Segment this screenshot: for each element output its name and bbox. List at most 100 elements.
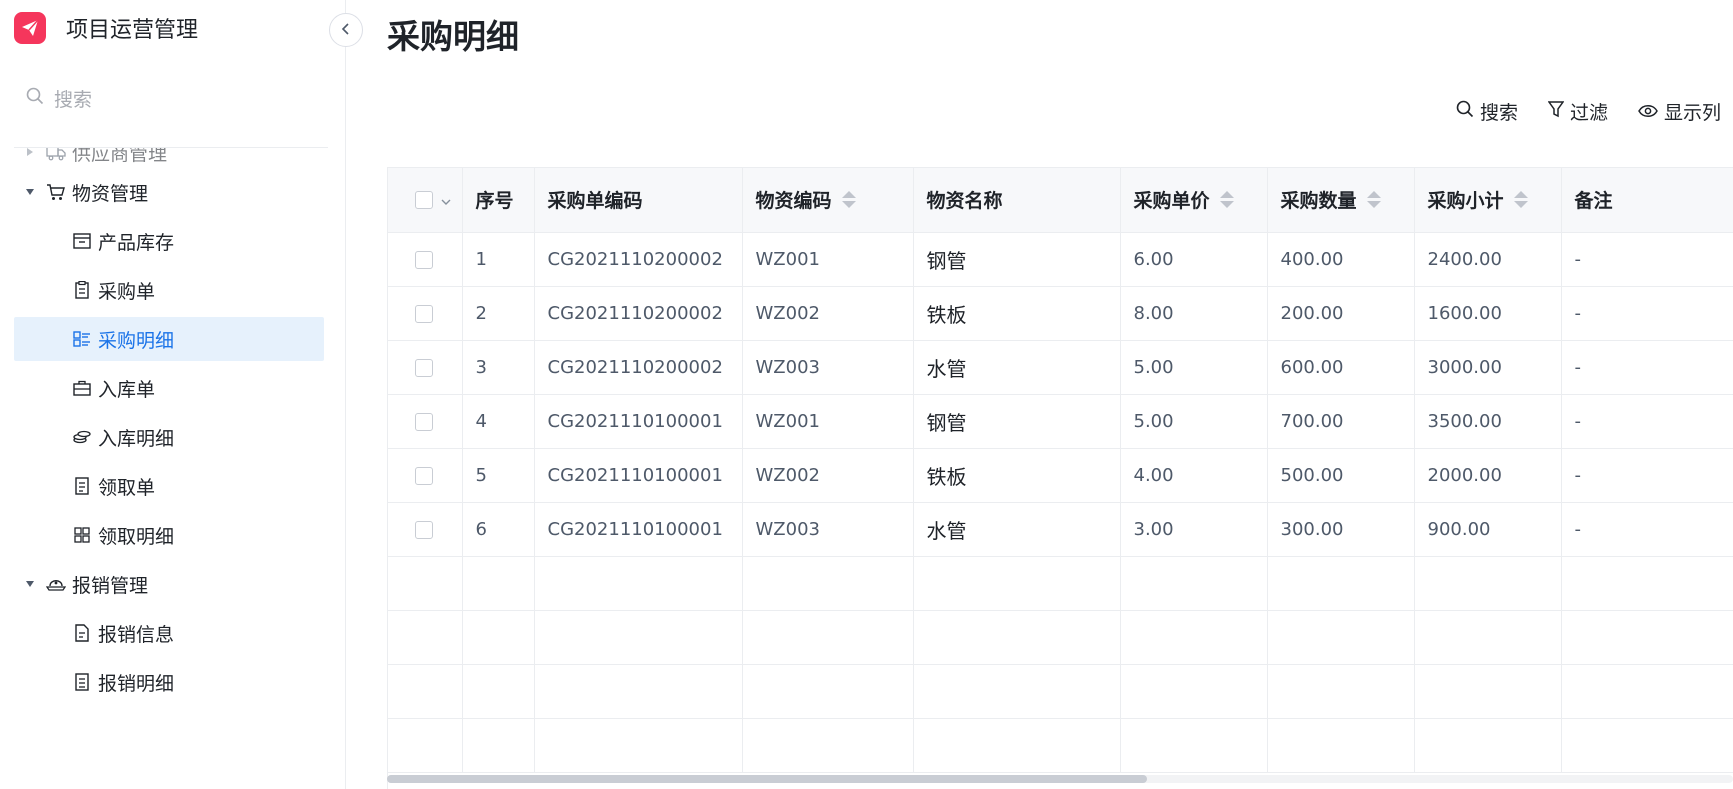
cell-index: 2 xyxy=(462,286,535,341)
row-checkbox[interactable] xyxy=(415,358,433,377)
search-icon xyxy=(26,87,44,109)
table-toolbar: 搜索 过滤 显示列 xyxy=(1456,98,1721,125)
cell-name: 铁板 xyxy=(913,448,1121,503)
menu-group-label: 物资管理 xyxy=(72,182,149,205)
cell-material-code: WZ003 xyxy=(742,502,914,557)
menu-item-receive-detail[interactable]: 领取明细 xyxy=(72,513,174,557)
data-table-container: 序号 采购单编码 物资编码 物资名称 采购单价 采购数量 采购小计 备注 1 CG… xyxy=(387,167,1733,789)
cell-price: 8.00 xyxy=(1120,286,1268,341)
coins-icon xyxy=(72,427,92,447)
menu-group-materials[interactable]: 物资管理 xyxy=(24,170,148,214)
empty-cell xyxy=(913,664,1121,719)
cell-name: 钢管 xyxy=(913,232,1121,287)
menu-group-label: 报销管理 xyxy=(72,574,149,597)
row-select-cell xyxy=(388,394,463,449)
table-row[interactable]: 3 CG2021110200002 WZ003 水管 5.00 600.00 3000.00… xyxy=(388,340,1733,395)
empty-cell xyxy=(1267,664,1415,719)
column-header-material-code[interactable]: 物资编码 xyxy=(742,168,914,233)
empty-cell xyxy=(742,664,914,719)
sidebar-search-placeholder: 搜索 xyxy=(54,88,93,111)
table-row[interactable]: 1 CG2021110200002 WZ001 钢管 6.00 400.00 2400.00… xyxy=(388,232,1733,287)
empty-cell xyxy=(1267,718,1415,773)
table-body: 1 CG2021110200002 WZ001 钢管 6.00 400.00 2400.00… xyxy=(388,232,1733,773)
menu-item-label: 领取明细 xyxy=(98,525,175,548)
select-all-header xyxy=(388,168,463,233)
sort-icon[interactable] xyxy=(1366,191,1381,209)
menu-item-reimbursement-detail[interactable]: 报销明细 xyxy=(72,660,174,704)
column-header-price[interactable]: 采购单价 xyxy=(1120,168,1268,233)
row-checkbox[interactable] xyxy=(415,520,433,539)
empty-cell xyxy=(1561,556,1733,611)
menu-item-purchase-detail[interactable]: 采购明细 xyxy=(14,317,324,361)
toolbar-filter-button[interactable]: 过滤 xyxy=(1547,98,1608,125)
cell-material-code: WZ003 xyxy=(742,340,914,395)
cell-price: 6.00 xyxy=(1120,232,1268,287)
file-list-icon xyxy=(72,672,92,692)
select-all-checkbox[interactable] xyxy=(415,190,433,209)
chevron-left-icon xyxy=(341,21,351,40)
horizontal-scrollbar-thumb[interactable] xyxy=(387,775,1147,783)
column-header-note[interactable]: 备注 xyxy=(1561,168,1733,233)
table-row[interactable]: 6 CG2021110100001 WZ003 水管 3.00 300.00 900.00- xyxy=(388,502,1733,557)
toolbar-columns-button[interactable]: 显示列 xyxy=(1638,98,1721,125)
horizontal-scrollbar[interactable] xyxy=(387,775,1733,783)
cell-qty: 300.00 xyxy=(1267,502,1415,557)
sort-icon[interactable] xyxy=(1219,191,1234,209)
sort-icon[interactable] xyxy=(841,191,856,209)
empty-cell xyxy=(913,556,1121,611)
table-row[interactable]: 5 CG2021110100001 WZ002 铁板 4.00 500.00 2000.00… xyxy=(388,448,1733,503)
menu-item-label: 采购单 xyxy=(98,280,156,303)
receipt-icon xyxy=(72,476,92,496)
empty-row xyxy=(388,610,1733,665)
cell-index: 5 xyxy=(462,448,535,503)
menu-item-receive-order[interactable]: 领取单 xyxy=(72,464,155,508)
cell-price: 5.00 xyxy=(1120,394,1268,449)
cell-note: - xyxy=(1561,286,1733,341)
menu-item-reimbursement-info[interactable]: 报销信息 xyxy=(72,611,174,655)
empty-cell xyxy=(462,610,535,665)
cell-qty: 200.00 xyxy=(1267,286,1415,341)
column-header-quantity[interactable]: 采购数量 xyxy=(1267,168,1415,233)
empty-cell xyxy=(1414,610,1562,665)
table-row[interactable]: 2 CG2021110200002 WZ002 铁板 8.00 200.00 1600.00… xyxy=(388,286,1733,341)
app-title: 项目运营管理 xyxy=(66,18,199,43)
menu-item-label: 入库明细 xyxy=(98,427,175,450)
menu-item-label: 报销明细 xyxy=(98,672,175,695)
column-header-order-code[interactable]: 采购单编码 xyxy=(534,168,743,233)
row-checkbox[interactable] xyxy=(415,250,433,269)
column-header-index[interactable]: 序号 xyxy=(462,168,535,233)
menu-item-stock-in-detail[interactable]: 入库明细 xyxy=(72,415,174,459)
cell-subtotal: 2400.00 xyxy=(1414,232,1562,287)
column-header-subtotal[interactable]: 采购小计 xyxy=(1414,168,1562,233)
row-checkbox[interactable] xyxy=(415,304,433,323)
empty-cell xyxy=(462,556,535,611)
caret-down-icon xyxy=(24,188,36,196)
empty-cell xyxy=(1414,556,1562,611)
table-header-row: 序号 采购单编码 物资编码 物资名称 采购单价 采购数量 采购小计 备注 xyxy=(388,168,1733,233)
cell-material-code: WZ002 xyxy=(742,286,914,341)
menu-group-reimbursement[interactable]: 报销管理 xyxy=(24,562,148,606)
caret-down-icon xyxy=(24,580,36,588)
menu-item-purchase-order[interactable]: 采购单 xyxy=(72,268,155,312)
cell-qty: 400.00 xyxy=(1267,232,1415,287)
cell-subtotal: 1600.00 xyxy=(1414,286,1562,341)
table-row[interactable]: 4 CG2021110100001 WZ001 钢管 5.00 700.00 3500.00… xyxy=(388,394,1733,449)
menu-item-stock-in-order[interactable]: 入库单 xyxy=(72,366,155,410)
menu-item-product-stock[interactable]: 产品库存 xyxy=(72,219,174,263)
row-checkbox[interactable] xyxy=(415,412,433,431)
empty-cell xyxy=(1414,664,1562,719)
toolbar-search-button[interactable]: 搜索 xyxy=(1456,98,1518,125)
list-icon xyxy=(72,329,92,349)
sidebar-collapse-button[interactable] xyxy=(329,13,363,47)
cell-index: 6 xyxy=(462,502,535,557)
sidebar-search[interactable]: 搜索 xyxy=(26,82,92,114)
chevron-down-icon[interactable] xyxy=(441,189,451,211)
row-checkbox[interactable] xyxy=(415,466,433,485)
column-header-material-name[interactable]: 物资名称 xyxy=(913,168,1121,233)
cell-material-code: WZ001 xyxy=(742,232,914,287)
empty-cell xyxy=(1561,718,1733,773)
menu-item-label: 入库单 xyxy=(98,378,156,401)
sort-icon[interactable] xyxy=(1513,191,1528,209)
empty-cell xyxy=(462,718,535,773)
empty-cell xyxy=(534,664,743,719)
